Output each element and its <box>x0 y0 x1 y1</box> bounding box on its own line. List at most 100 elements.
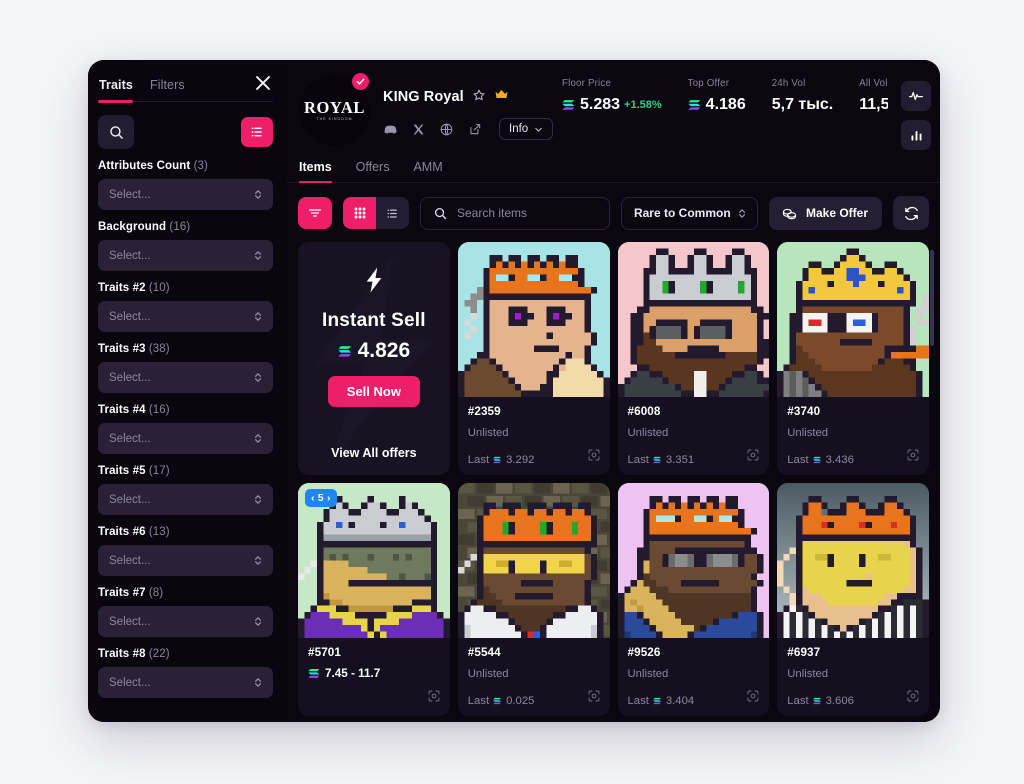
trait-group: Traits #6 (13) Select... <box>97 526 274 576</box>
nft-card[interactable]: #6008 Unlisted Last 3.351 <box>617 242 770 475</box>
filter-icon[interactable] <box>298 197 332 229</box>
trait-group-label: Background (16) <box>98 221 191 233</box>
trait-group-count: (16) <box>148 404 170 416</box>
close-icon[interactable] <box>252 72 274 94</box>
search-input[interactable] <box>457 206 597 220</box>
nft-artwork <box>617 242 770 397</box>
trait-group-label: Traits #7 (8) <box>98 587 164 599</box>
website-globe-icon[interactable] <box>439 122 454 137</box>
tab-items[interactable]: Items <box>299 160 332 183</box>
trait-group-count: (13) <box>148 526 170 538</box>
list-view-icon[interactable] <box>241 117 273 147</box>
trait-select-0[interactable]: Select... <box>98 179 273 210</box>
nft-card[interactable]: #2359 Unlisted Last 3.292 <box>457 242 610 475</box>
trait-select-placeholder: Select... <box>109 554 151 567</box>
traits-sidebar: Traits Filters Attributes Count (3) Sele… <box>88 60 287 722</box>
view-all-offers-link[interactable]: View All offers <box>298 446 450 460</box>
list-view-icon[interactable] <box>376 197 409 229</box>
nft-card[interactable]: #5544 Unlisted Last 0.025 <box>457 483 610 716</box>
expand-icon[interactable] <box>427 689 441 708</box>
logo-subtext: THE KINGDOM <box>316 116 353 121</box>
grid-scrollbar-thumb[interactable] <box>930 250 934 346</box>
expand-icon[interactable] <box>906 689 920 708</box>
nft-id: #3740 <box>787 405 821 418</box>
nft-last-sale: Last 3.436 <box>787 454 854 466</box>
discord-icon[interactable] <box>383 122 398 137</box>
trait-group: Background (16) Select... <box>97 221 274 271</box>
grid-scrollbar-track[interactable] <box>930 246 937 718</box>
stat-value: 5.283 +1.58% <box>562 96 662 114</box>
sell-now-button[interactable]: Sell Now <box>327 376 420 407</box>
stepper-icon <box>253 188 263 201</box>
grid-view-icon[interactable] <box>343 197 376 229</box>
coins-icon <box>782 208 797 219</box>
trait-select-2[interactable]: Select... <box>98 301 273 332</box>
header-action-icons <box>901 81 931 150</box>
x-twitter-icon[interactable] <box>412 123 425 136</box>
trait-group-label: Attributes Count (3) <box>98 160 208 172</box>
nft-id: #6937 <box>787 646 821 659</box>
make-offer-button[interactable]: Make Offer <box>768 196 882 230</box>
share-icon[interactable] <box>468 122 482 136</box>
expand-icon[interactable] <box>587 689 601 708</box>
refresh-icon[interactable] <box>893 196 929 230</box>
trait-select-6[interactable]: Select... <box>98 545 273 576</box>
sidebar-tab-filters[interactable]: Filters <box>150 78 185 101</box>
badge-prev-chevron-icon[interactable]: ‹ <box>311 492 315 504</box>
tab-offers[interactable]: Offers <box>356 160 390 182</box>
page-title: KING Royal <box>383 89 464 105</box>
nft-last-value: 3.351 <box>665 454 695 466</box>
trait-select-7[interactable]: Select... <box>98 606 273 637</box>
stat-0: Floor Price 5.283 +1.58% <box>562 78 688 148</box>
status-badge[interactable]: ‹ 5 › <box>305 489 337 507</box>
badge-next-chevron-icon[interactable]: › <box>327 492 331 504</box>
stat-change: +1.58% <box>624 99 662 111</box>
trait-select-5[interactable]: Select... <box>98 484 273 515</box>
activity-pulse-icon[interactable] <box>901 81 931 111</box>
stat-number: 4.186 <box>705 96 746 113</box>
info-dropdown[interactable]: Info <box>499 118 554 140</box>
trait-select-placeholder: Select... <box>109 249 151 262</box>
search-icon[interactable] <box>98 115 134 149</box>
solana-icon <box>562 100 574 110</box>
sidebar-tab-traits[interactable]: Traits <box>99 78 133 101</box>
trait-group: Traits #3 (38) Select... <box>97 343 274 393</box>
items-grid-scroll: Instant Sell 4.826 Sell Now View All off… <box>287 242 940 722</box>
sidebar-search-row <box>97 115 274 149</box>
social-links: Info <box>383 118 554 140</box>
stat-label: Top Offer <box>687 78 730 89</box>
solana-icon <box>338 345 351 357</box>
nft-artwork <box>777 242 929 397</box>
trait-select-8[interactable]: Select... <box>98 667 273 698</box>
star-icon[interactable] <box>472 88 486 107</box>
sort-dropdown[interactable]: Rare to Common <box>620 196 758 230</box>
trait-group-count: (10) <box>148 282 170 294</box>
nft-last-label: Last <box>787 454 809 466</box>
avatar: ROYAL THE KINGDOM <box>299 73 370 146</box>
stepper-icon <box>253 676 263 689</box>
nft-card[interactable]: #3740 Unlisted Last 3.436 <box>777 242 929 475</box>
trait-select-3[interactable]: Select... <box>98 362 273 393</box>
trait-group: Traits #4 (16) Select... <box>97 404 274 454</box>
search-items-box[interactable] <box>420 196 610 230</box>
collection-info: KING Royal Info <box>383 72 554 146</box>
expand-icon[interactable] <box>746 689 760 708</box>
nft-status: Unlisted <box>627 427 669 439</box>
expand-icon[interactable] <box>746 448 760 467</box>
trait-select-4[interactable]: Select... <box>98 423 273 454</box>
trait-select-1[interactable]: Select... <box>98 240 273 271</box>
nft-card[interactable]: #9526 Unlisted Last 3.404 <box>617 483 770 716</box>
tab-amm[interactable]: AMM <box>413 160 442 182</box>
lightning-bolt-icon <box>366 267 382 293</box>
nft-card[interactable]: #6937 Unlisted Last 3.606 <box>777 483 929 716</box>
collection-logo-text: ROYAL THE KINGDOM <box>304 99 365 121</box>
trait-filter-list: Attributes Count (3) Select... Background … <box>97 160 274 698</box>
trait-group-label: Traits #5 (17) <box>98 465 170 477</box>
nft-card[interactable]: ‹ 5 › #5701 7.45 - 11.7 <box>298 483 450 716</box>
stepper-icon <box>253 554 263 567</box>
nft-artwork <box>777 483 929 638</box>
expand-icon[interactable] <box>906 448 920 467</box>
expand-icon[interactable] <box>587 448 601 467</box>
trait-select-placeholder: Select... <box>109 310 151 323</box>
nft-last-label: Last <box>467 454 490 466</box>
